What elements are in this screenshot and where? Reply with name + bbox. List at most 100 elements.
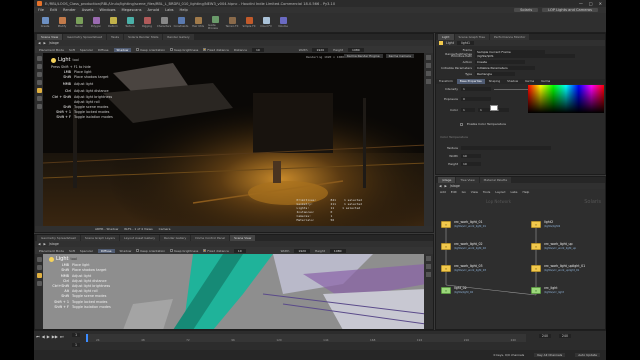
shelf-tool-simplefx[interactable]: Simple FX (242, 17, 256, 28)
menu-edit[interactable]: Edit (50, 8, 57, 12)
lower-forward-arrow-icon[interactable]: ▶ (43, 242, 45, 246)
camera-tool-icon[interactable] (36, 96, 42, 101)
lower-keep-brightness-toggle[interactable]: Keep brightness (170, 249, 198, 253)
light-height-field[interactable]: 10 (461, 162, 481, 166)
keep-brightness-toggle[interactable]: Keep brightness (170, 48, 198, 52)
node-name-field[interactable]: light1 (456, 41, 475, 45)
action-menu[interactable]: Create (475, 60, 525, 64)
lower-back-arrow-icon[interactable]: ◀ (38, 242, 40, 246)
timeline-bar[interactable]: 24 48 72 96 120 144 168 192 216 240 (86, 334, 526, 342)
net-forward-arrow-icon[interactable]: ▶ (444, 184, 446, 188)
subtab-base-properties[interactable]: Base Properties (456, 79, 485, 84)
menu-file[interactable]: File (38, 8, 44, 12)
enable-color-temp-checkbox[interactable]: Enable Color Temperature (467, 122, 506, 126)
keep-orientation-toggle[interactable]: Keep orientation (136, 48, 165, 52)
menu-help[interactable]: Help (180, 8, 188, 12)
step-back-icon[interactable]: ◀ (42, 334, 45, 339)
lower-light-tool-icon[interactable] (36, 273, 42, 278)
shelf-tool-rigging[interactable]: Rigging (140, 17, 154, 28)
color-r-field[interactable]: 1 (461, 108, 475, 112)
shelf-tool-create[interactable]: Create (38, 17, 52, 28)
color-picker-hue[interactable] (528, 85, 604, 113)
lower-mode-soft[interactable]: Soft (69, 249, 75, 253)
texture-field[interactable] (461, 146, 551, 150)
menu-arnold[interactable]: Arnold (148, 8, 160, 12)
lower-keep-orientation-toggle[interactable]: Keep orientation (136, 249, 165, 253)
distance-field[interactable]: 10 (251, 47, 264, 52)
mode-soft[interactable]: Soft (69, 48, 75, 52)
width-field[interactable]: 1920 (312, 47, 329, 52)
exposure-field[interactable]: 0 (461, 97, 491, 101)
lower-snapshot-icon[interactable] (426, 272, 431, 277)
shelf-tool-guide[interactable]: Guide Process (208, 15, 222, 30)
subtab-shadow[interactable]: Shadow (504, 79, 521, 84)
color-swatch[interactable] (490, 105, 498, 111)
shelf-tool-volume[interactable]: Volume (276, 17, 290, 28)
primitive-path-field[interactable]: /lights/$OS (475, 54, 575, 58)
back-arrow-icon[interactable]: ◀ (38, 41, 40, 45)
lower-width-field[interactable]: 1920 (294, 248, 310, 253)
mode-diffuse[interactable]: Diffuse (98, 48, 109, 52)
shelf-tool-terrain[interactable]: Terrain FX (225, 17, 239, 28)
network-path[interactable]: /stage (49, 41, 59, 45)
type-menu[interactable]: Rectangle (475, 72, 515, 76)
fixed-distance-toggle[interactable]: Fixed distance (203, 48, 229, 52)
menu-labs[interactable]: Labs (165, 8, 173, 12)
lower-shading-icon[interactable] (426, 264, 431, 269)
lower-mode-shadow[interactable]: Shadow (120, 249, 132, 253)
lower-network-path[interactable]: /stage (49, 242, 59, 246)
intensity-field[interactable]: 1 (461, 87, 491, 91)
render-viewport[interactable]: Rendering 1920 x 1080 Karma Render Engin… (43, 53, 424, 226)
viewport-shadow-mode[interactable]: ARHR - Shadow (95, 227, 118, 231)
geometry-viewport[interactable]: Light tool LMB Place light Shift Place shad… (43, 254, 424, 329)
shelf-tool-modify[interactable]: Modify (55, 17, 69, 28)
node-vrc-work-light-03[interactable]: ✦ vrc_work_light_03/lights/vrc_work_light… (441, 264, 486, 273)
move-tool-icon[interactable] (36, 64, 42, 69)
mode-shadow[interactable]: Shadow (113, 47, 132, 52)
node-light-02[interactable]: ✦ light_02/lights/light_02 (441, 286, 473, 295)
net-back-arrow-icon[interactable]: ◀ (439, 184, 441, 188)
lower-distance-field[interactable]: 10 (233, 248, 246, 253)
subtab-transform[interactable]: Transform (436, 79, 456, 84)
close-button[interactable]: ✕ (599, 1, 602, 6)
snapshot-icon[interactable] (426, 79, 431, 84)
shading-icon[interactable] (426, 63, 431, 68)
lower-mode-specular[interactable]: Specular (80, 249, 93, 253)
initialize-menu[interactable]: Initialize Parameters (475, 66, 535, 70)
shelf-tool-model[interactable]: Model (72, 17, 86, 28)
lower-select-tool-icon[interactable] (36, 257, 42, 262)
desktop-selector[interactable]: Solaris (514, 8, 539, 12)
node-vrc-work-light-01[interactable]: ✦ vrc_work_light_01/lights/vrc_work_light… (441, 220, 486, 229)
display-option-icon[interactable] (426, 55, 431, 60)
key-all-channels-button[interactable]: Key All Channels (534, 353, 566, 357)
node-vrc-work-light-02[interactable]: ✦ vrc_work_light_02/lights/vrc_work_light… (441, 242, 486, 251)
end-frame-field-2[interactable]: 240 (558, 334, 571, 338)
menu-assets[interactable]: Assets (82, 8, 94, 12)
node-vrc-work-light-up[interactable]: ✦ vrc_work_light_up/lights/vrc_work_light… (531, 242, 576, 251)
first-frame-icon[interactable]: ⏮ (36, 334, 40, 339)
shelf-tool-polygon[interactable]: Polygon (89, 17, 103, 28)
lower-height-field[interactable]: 1080 (329, 248, 346, 253)
mode-specular[interactable]: Specular (80, 48, 93, 52)
subtab-karma-2[interactable]: Karma (538, 79, 553, 84)
lower-mode-diffuse[interactable]: Diffuse (98, 248, 115, 253)
light-width-field[interactable]: 10 (461, 154, 481, 158)
shelf-tool-texture[interactable]: Texture (123, 17, 137, 28)
rotate-tool-icon[interactable] (36, 72, 42, 77)
minimize-button[interactable]: — (579, 1, 583, 6)
menu-render[interactable]: Render (63, 8, 76, 12)
node-vrc-light[interactable]: ✦ vrc_light/lights/vrc_light (531, 286, 564, 295)
context-selector[interactable]: LOP Lights and Cameras (542, 8, 598, 12)
handle-tool-icon[interactable] (36, 104, 42, 109)
shelf-tool-characters[interactable]: Characters (157, 17, 171, 28)
lower-camera-tool-icon[interactable] (36, 281, 42, 286)
maximize-button[interactable]: □ (589, 1, 593, 6)
scale-tool-icon[interactable] (36, 80, 42, 85)
start-frame-field[interactable]: 1 (72, 343, 81, 347)
height-field[interactable]: 1080 (348, 47, 364, 52)
auto-update-menu[interactable]: Auto Update (575, 353, 600, 357)
render-engine-menu[interactable]: Karma Render Engine (344, 54, 383, 58)
forward-arrow-icon[interactable]: ▶ (43, 41, 45, 45)
lower-move-tool-icon[interactable] (36, 265, 42, 270)
end-frame-field[interactable]: 240 (538, 334, 551, 338)
